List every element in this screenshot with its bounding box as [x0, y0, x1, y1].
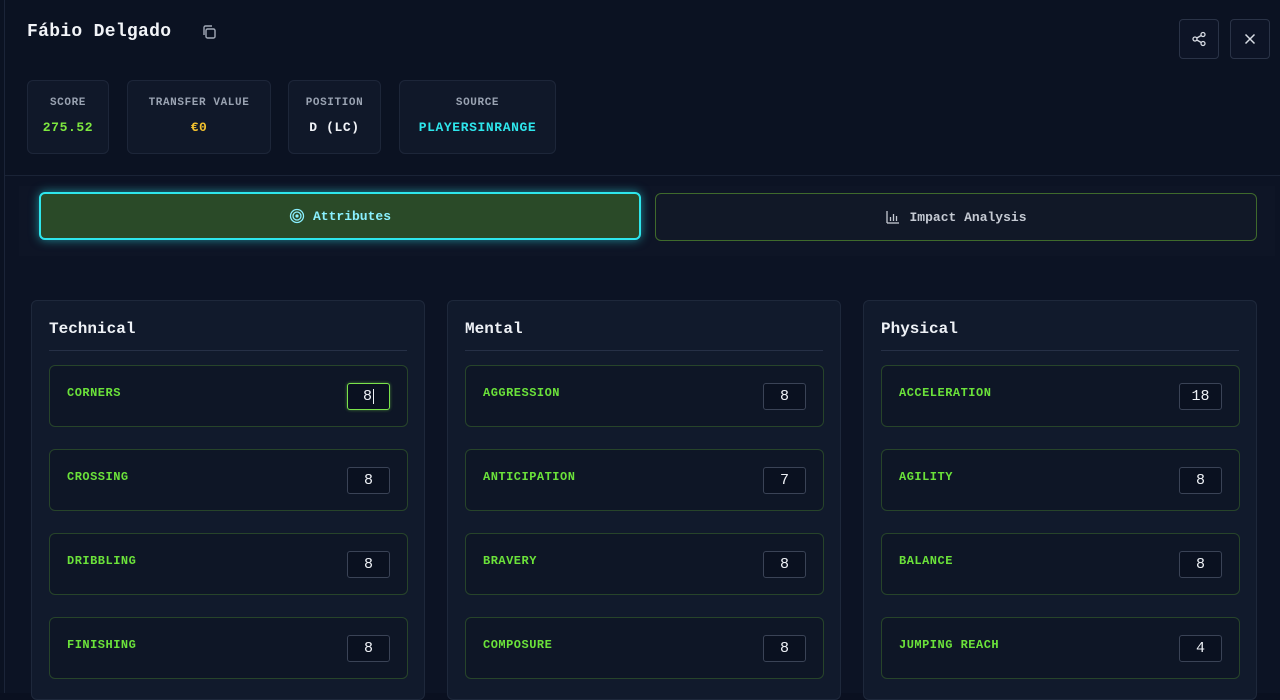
attribute-row: CROSSING 8	[49, 449, 408, 511]
attribute-name: DRIBBLING	[67, 554, 136, 568]
attribute-name: CORNERS	[67, 386, 121, 400]
attribute-name: COMPOSURE	[483, 638, 552, 652]
panel-title: Physical	[881, 320, 958, 338]
stat-position: POSITION D (LC)	[288, 80, 381, 154]
attribute-value-input[interactable]: 7	[763, 467, 806, 494]
stat-source: SOURCE PLAYERSINRANGE	[399, 80, 556, 154]
bar-chart-icon	[885, 209, 901, 225]
panel-title: Mental	[465, 320, 523, 338]
attribute-row: BRAVERY 8	[465, 533, 824, 595]
attribute-name: BALANCE	[899, 554, 953, 568]
attribute-name: CROSSING	[67, 470, 129, 484]
attribute-row: ANTICIPATION 7	[465, 449, 824, 511]
attribute-value-input[interactable]: 8	[763, 635, 806, 662]
attribute-row: COMPOSURE 8	[465, 617, 824, 679]
attribute-row: AGGRESSION 8	[465, 365, 824, 427]
attribute-value-input[interactable]: 8	[763, 383, 806, 410]
stat-label: SOURCE	[400, 97, 555, 109]
attribute-value-input[interactable]: 8	[347, 635, 390, 662]
attribute-row: FINISHING 8	[49, 617, 408, 679]
tab-label: Impact Analysis	[909, 210, 1026, 225]
close-icon	[1243, 32, 1257, 46]
attribute-name: ANTICIPATION	[483, 470, 575, 484]
attribute-value-input[interactable]: 8	[347, 383, 390, 410]
attribute-row: ACCELERATION 18	[881, 365, 1240, 427]
panel-title: Technical	[49, 320, 135, 338]
share-icon	[1191, 31, 1207, 47]
attribute-row: AGILITY 8	[881, 449, 1240, 511]
stat-transfer-value: TRANSFER VALUE €0	[127, 80, 271, 154]
close-button[interactable]	[1230, 19, 1270, 59]
attribute-value-input[interactable]: 18	[1179, 383, 1222, 410]
target-icon	[289, 208, 305, 224]
attribute-name: AGGRESSION	[483, 386, 560, 400]
attribute-row: CORNERS 8	[49, 365, 408, 427]
stat-value: 275.52	[28, 120, 108, 135]
stat-score: SCORE 275.52	[27, 80, 109, 154]
attribute-name: ACCELERATION	[899, 386, 991, 400]
attribute-value-input[interactable]: 4	[1179, 635, 1222, 662]
divider	[49, 350, 407, 351]
attribute-row: DRIBBLING 8	[49, 533, 408, 595]
attribute-value-input[interactable]: 8	[347, 467, 390, 494]
panel-physical: Physical ACCELERATION 18 AGILITY 8 BALAN…	[863, 300, 1257, 700]
attribute-row: BALANCE 8	[881, 533, 1240, 595]
panel-technical: Technical CORNERS 8 CROSSING 8 DRIBBLING…	[31, 300, 425, 700]
attribute-name: FINISHING	[67, 638, 136, 652]
attribute-value-input[interactable]: 8	[763, 551, 806, 578]
panel-mental: Mental AGGRESSION 8 ANTICIPATION 7 BRAVE…	[447, 300, 841, 700]
attribute-value-input[interactable]: 8	[1179, 551, 1222, 578]
attribute-row: JUMPING REACH 4	[881, 617, 1240, 679]
player-name: Fábio Delgado	[27, 22, 171, 42]
modal-header: Fábio Delgado SCORE 275.52 TRA	[5, 0, 1280, 176]
attribute-value-input[interactable]: 8	[1179, 467, 1222, 494]
tab-label: Attributes	[313, 209, 391, 224]
tab-bar: Attributes Impact Analysis	[19, 186, 1275, 256]
divider	[465, 350, 823, 351]
stat-label: TRANSFER VALUE	[128, 97, 270, 109]
attribute-name: BRAVERY	[483, 554, 537, 568]
player-detail-modal: Fábio Delgado SCORE 275.52 TRA	[4, 0, 1280, 693]
stat-value: D (LC)	[289, 120, 380, 135]
tab-attributes[interactable]: Attributes	[39, 192, 641, 240]
stat-label: SCORE	[28, 97, 108, 109]
share-button[interactable]	[1179, 19, 1219, 59]
attribute-name: JUMPING REACH	[899, 638, 999, 652]
attribute-name: AGILITY	[899, 470, 953, 484]
stat-value: €0	[128, 120, 270, 135]
stat-label: POSITION	[289, 97, 380, 109]
copy-icon[interactable]	[201, 24, 217, 40]
divider	[881, 350, 1239, 351]
tab-impact-analysis[interactable]: Impact Analysis	[655, 193, 1257, 241]
stat-value: PLAYERSINRANGE	[400, 120, 555, 135]
attribute-value-input[interactable]: 8	[347, 551, 390, 578]
